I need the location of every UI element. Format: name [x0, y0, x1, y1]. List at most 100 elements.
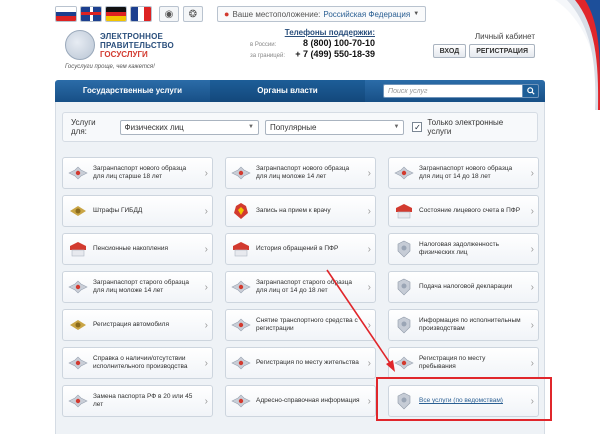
register-button[interactable]: РЕГИСТРАЦИЯ [469, 44, 535, 58]
phones-title[interactable]: Телефоны поддержки: [250, 28, 375, 37]
chevron-right-icon: › [530, 357, 534, 369]
service-label: Подача налоговой декларации [419, 283, 513, 290]
service-card[interactable]: Загранпаспорт нового образца для лиц от … [388, 157, 539, 189]
chevron-right-icon: › [204, 357, 208, 369]
chevron-right-icon: › [204, 243, 208, 255]
tab-state-services[interactable]: Государственные услуги [55, 80, 210, 102]
service-card[interactable]: Регистрация по месту жительства › [225, 347, 376, 379]
chevron-right-icon: › [367, 395, 371, 407]
service-label: Загранпаспорт старого образца для лиц мо… [93, 279, 189, 294]
tricolor-swoosh-decoration [555, 0, 600, 110]
main-nav: Государственные услуги Органы власти Пои… [55, 80, 545, 102]
service-label: Замена паспорта РФ в 20 или 45 лет [93, 393, 193, 408]
service-emblem-icon [67, 314, 89, 336]
service-emblem-icon [230, 390, 252, 412]
only-electronic-label: Только электронные услуги [427, 118, 504, 136]
chevron-right-icon: › [367, 281, 371, 293]
location-region: Российская Федерация [323, 9, 411, 19]
audience-select[interactable]: Физических лиц ▼ [119, 119, 259, 135]
service-emblem-icon [230, 238, 252, 260]
logo-text: ЭЛЕКТРОННОЕ ПРАВИТЕЛЬСТВО [100, 32, 174, 50]
service-emblem-icon [393, 314, 415, 336]
uk-flag-icon[interactable] [80, 6, 102, 22]
site-header: ЭЛЕКТРОННОЕ ПРАВИТЕЛЬСТВО ГОСУСЛУГИ Госу… [55, 24, 545, 80]
service-label: Адресно-справочная информация [256, 397, 360, 404]
cabinet-title: Личный кабинет [474, 32, 535, 41]
phone-abroad-label: за границей: [250, 53, 286, 59]
chevron-right-icon: › [530, 167, 534, 179]
service-label: Снятие транспортного средства с регистра… [256, 317, 358, 332]
top-strip: ◉ ❂ ● Ваше местоположение: Российская Фе… [55, 4, 545, 24]
service-emblem-icon [230, 352, 252, 374]
ru-flag-icon[interactable] [55, 6, 77, 22]
service-card[interactable]: Запись на прием к врачу › [225, 195, 376, 227]
service-label: Информация по исполнительным производств… [419, 317, 521, 332]
service-card[interactable]: Информация по исполнительным производств… [388, 309, 539, 341]
service-label: Справка о наличии/отсутствии исполнитель… [93, 355, 188, 370]
service-label: Штрафы ГИБДД [93, 207, 143, 214]
service-card[interactable]: Загранпаспорт нового образца для лиц мол… [225, 157, 376, 189]
service-label: Регистрация по месту жительства [256, 359, 359, 366]
search-icon [526, 87, 535, 95]
service-card[interactable]: Штрафы ГИБДД › [62, 195, 213, 227]
service-card[interactable]: Адресно-справочная информация › [225, 385, 376, 417]
service-card[interactable]: Справка о наличии/отсутствии исполнитель… [62, 347, 213, 379]
filter-label: Услуги для: [71, 118, 96, 136]
sort-select[interactable]: Популярные ▼ [264, 119, 405, 135]
service-label: История обращений в ПФР [256, 245, 339, 252]
search-input[interactable]: Поиск услуг [383, 84, 523, 98]
service-card[interactable]: Загранпаспорт нового образца для лиц ста… [62, 157, 213, 189]
service-label: Запись на прием к врачу [256, 207, 331, 214]
service-emblem-icon [230, 314, 252, 336]
chevron-right-icon: › [367, 319, 371, 331]
service-label: Пенсионные накопления [93, 245, 169, 252]
service-card[interactable]: Пенсионные накопления › [62, 233, 213, 265]
service-emblem-icon [393, 276, 415, 298]
service-emblem-icon [393, 238, 415, 260]
slogan: Госуслуги проще, чем кажется! [65, 64, 155, 70]
service-label: Налоговая задолженность физических лиц [419, 241, 499, 256]
service-label: Загранпаспорт нового образца для лиц от … [419, 165, 513, 180]
chevron-down-icon: ▼ [393, 123, 400, 130]
service-emblem-icon [230, 162, 252, 184]
service-emblem-icon [230, 276, 252, 298]
support-phones: Телефоны поддержки: в России: 8 (800) 10… [250, 28, 375, 59]
service-card[interactable]: Подача налоговой декларации › [388, 271, 539, 303]
service-card[interactable]: Налоговая задолженность физических лиц › [388, 233, 539, 265]
chevron-right-icon: › [530, 281, 534, 293]
service-card[interactable]: История обращений в ПФР › [225, 233, 376, 265]
service-emblem-icon [393, 200, 415, 222]
highlight-box [376, 377, 552, 421]
service-card[interactable]: Снятие транспортного средства с регистра… [225, 309, 376, 341]
services-filter: Услуги для: Физических лиц ▼ Популярные ▼ … [62, 112, 538, 142]
accessibility-eye-icon[interactable]: ◉ [159, 6, 179, 22]
only-electronic-checkbox[interactable]: ✓ [412, 122, 423, 132]
phone-abroad: + 7 (499) 550-18-39 [295, 49, 375, 59]
service-emblem-icon [67, 390, 89, 412]
chevron-right-icon: › [530, 319, 534, 331]
compass-icon[interactable]: ❂ [183, 6, 203, 22]
emblem-icon [65, 30, 95, 60]
service-card[interactable]: Загранпаспорт старого образца для лиц мо… [62, 271, 213, 303]
service-card[interactable]: Состояние лицевого счета в ПФР › [388, 195, 539, 227]
chevron-down-icon: ▼ [413, 11, 420, 17]
de-flag-icon[interactable] [105, 6, 127, 22]
service-emblem-icon [67, 276, 89, 298]
phone-ru: 8 (800) 100-70-10 [302, 38, 375, 48]
service-card[interactable]: Регистрация по месту пребывания › [388, 347, 539, 379]
tab-authorities[interactable]: Органы власти [210, 80, 365, 102]
service-label: Регистрация по месту пребывания [419, 355, 486, 370]
service-emblem-icon [67, 238, 89, 260]
fr-flag-icon[interactable] [130, 6, 152, 22]
service-card[interactable]: Замена паспорта РФ в 20 или 45 лет › [62, 385, 213, 417]
search-button[interactable] [523, 84, 539, 98]
login-button[interactable]: ВХОД [432, 44, 467, 58]
service-label: Регистрация автомобиля [93, 321, 169, 328]
service-card[interactable]: Регистрация автомобиля › [62, 309, 213, 341]
location-selector[interactable]: ● Ваше местоположение: Российская Федера… [217, 6, 427, 22]
chevron-right-icon: › [204, 319, 208, 331]
site-logo[interactable]: ЭЛЕКТРОННОЕ ПРАВИТЕЛЬСТВО ГОСУСЛУГИ Госу… [65, 28, 215, 76]
service-card[interactable]: Загранпаспорт старого образца для лиц от… [225, 271, 376, 303]
service-emblem-icon [67, 352, 89, 374]
location-label: Ваше местоположение: [232, 9, 321, 19]
